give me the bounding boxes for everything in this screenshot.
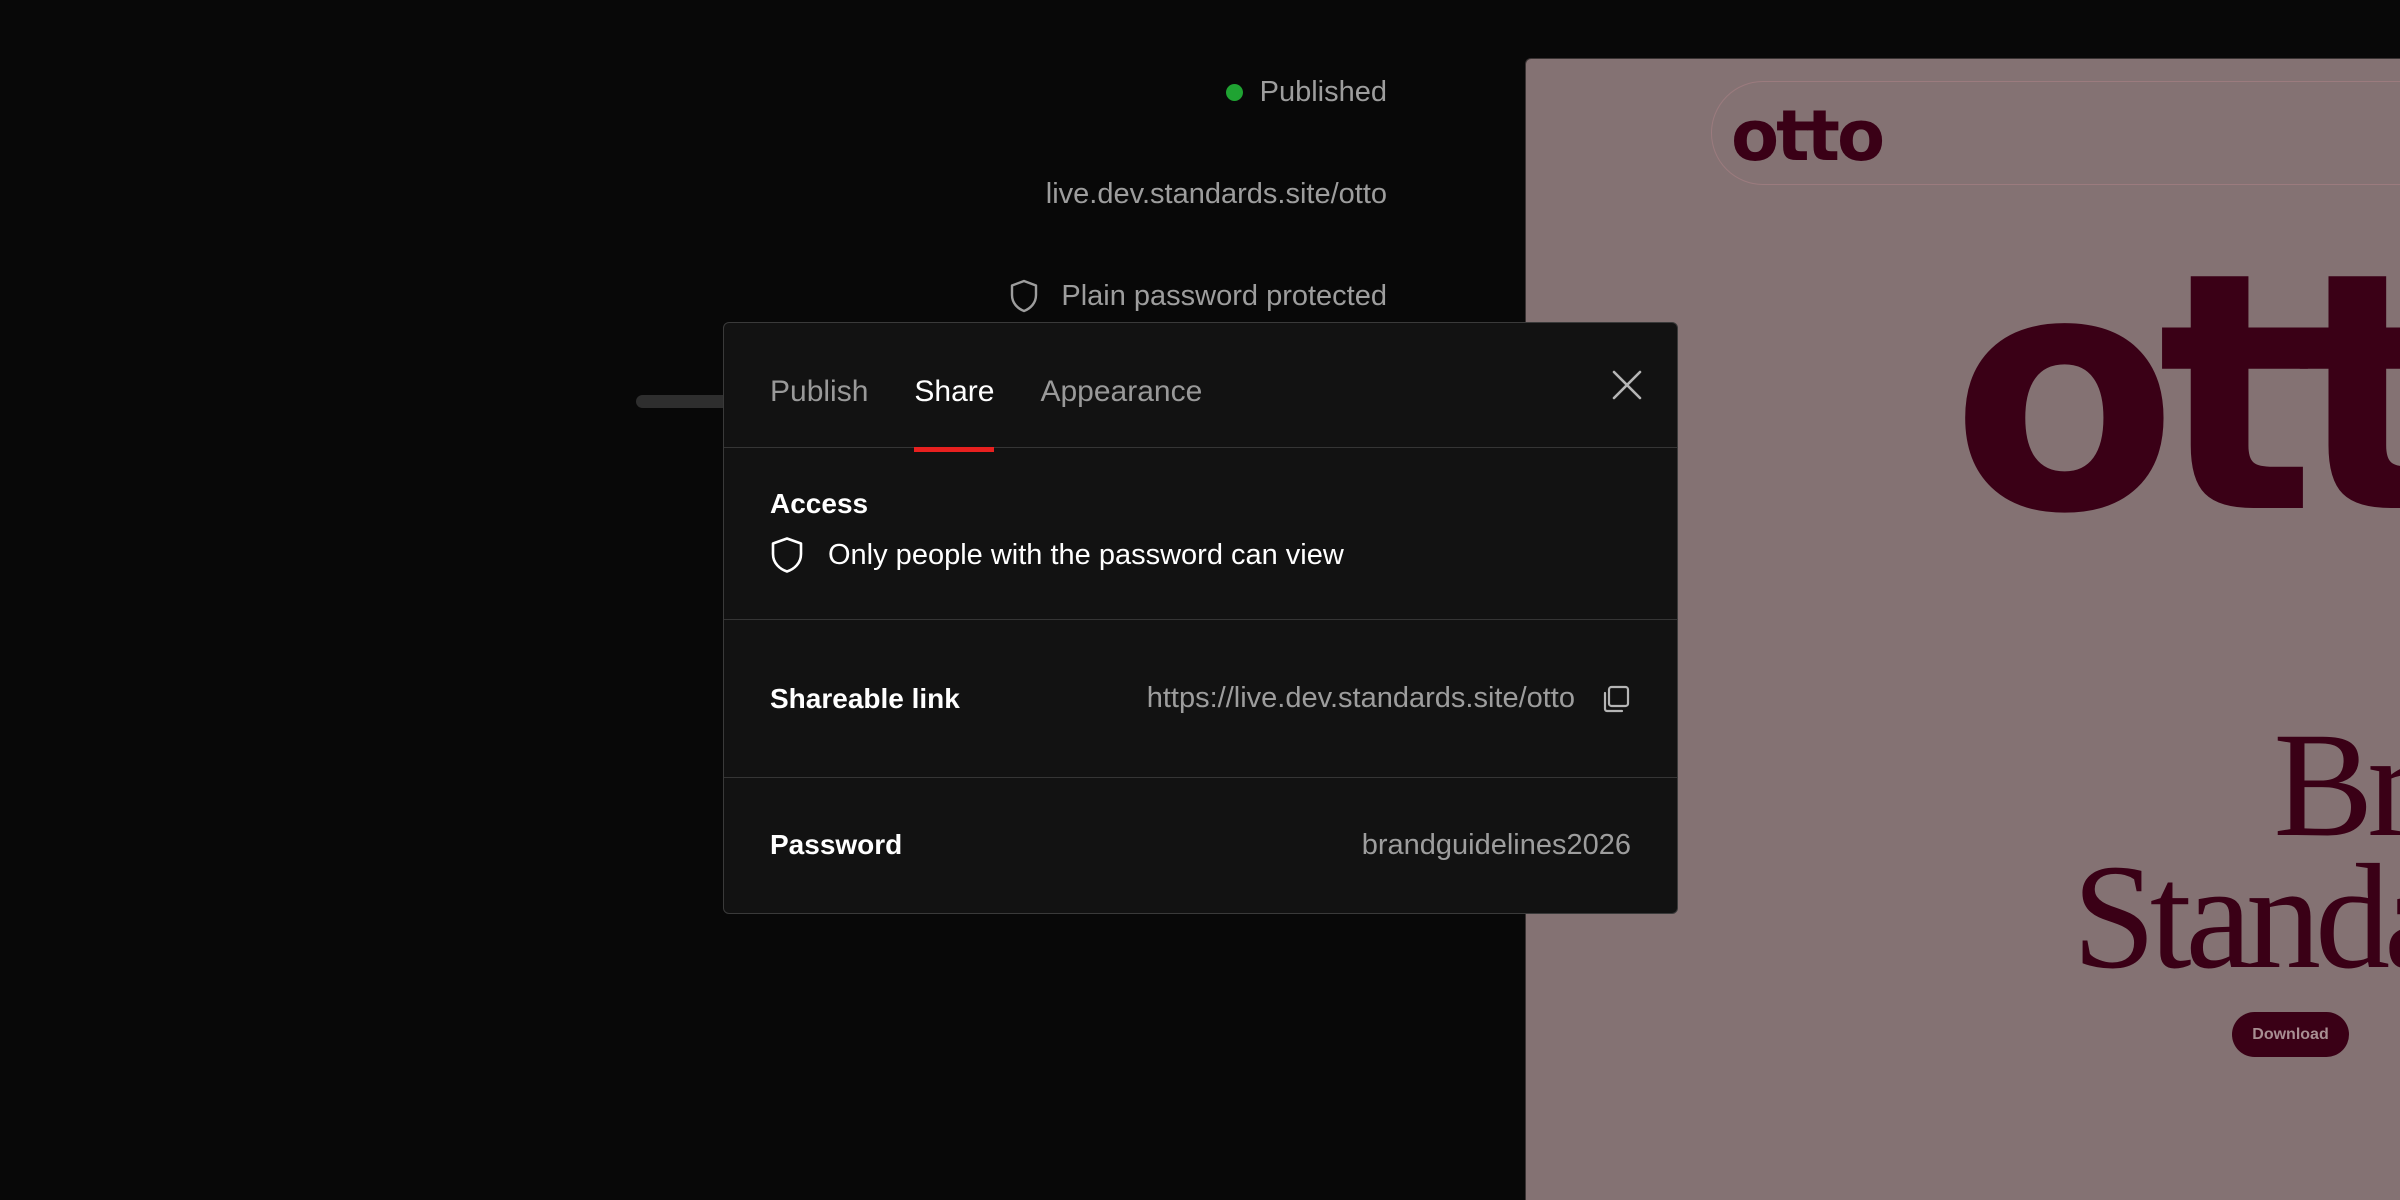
shield-icon <box>1011 279 1038 313</box>
tab-publish[interactable]: Publish <box>770 375 868 409</box>
protection-label: Plain password protected <box>1061 279 1387 312</box>
preview-hero-line-2: Standards <box>2072 834 2400 1000</box>
password-label: Password <box>770 829 903 860</box>
close-button[interactable] <box>1607 365 1647 405</box>
shield-icon <box>771 537 803 573</box>
tab-share[interactable]: Share <box>914 375 995 452</box>
tab-appearance[interactable]: Appearance <box>1040 375 1202 409</box>
password-value-group: brandguidelines2026 <box>1362 829 1631 862</box>
close-icon[interactable] <box>1611 369 1643 401</box>
dialog-tabs: Publish Share Appearance <box>724 323 1677 452</box>
site-url-text[interactable]: live.dev.standards.site/otto <box>1046 178 1387 211</box>
access-section: Access Only people with the password can… <box>724 448 1677 620</box>
site-url-link[interactable]: live.dev.standards.site/otto <box>1046 178 1387 211</box>
published-status: Published <box>1225 76 1387 109</box>
access-description-row: Only people with the password can view <box>770 536 1631 574</box>
access-title: Access <box>770 488 869 519</box>
preview-hero-logo: otto <box>1951 202 2400 586</box>
share-dialog: Publish Share Appearance Access Only peo… <box>723 322 1678 914</box>
published-label: Published <box>1259 76 1387 108</box>
shareable-link-row: Shareable link https://live.dev.standard… <box>724 620 1677 778</box>
access-description: Only people with the password can view <box>828 538 1344 571</box>
copy-link-button[interactable] <box>1601 684 1631 714</box>
password-value[interactable]: brandguidelines2026 <box>1362 829 1631 862</box>
password-row: Password brandguidelines2026 <box>724 778 1677 912</box>
preview-logo: otto <box>1731 95 1885 177</box>
preview-hero-title: Brand Standards <box>2010 702 2400 1000</box>
shareable-link-value-group: https://live.dev.standards.site/otto <box>1147 682 1631 715</box>
protection-status: Plain password protected <box>1009 279 1387 313</box>
preview-download-button[interactable]: Download <box>2232 1012 2349 1057</box>
published-status-dot <box>1225 84 1243 101</box>
shareable-link-value[interactable]: https://live.dev.standards.site/otto <box>1147 682 1575 715</box>
copy-icon[interactable] <box>1601 684 1631 714</box>
preview-hero-line-1: Brand <box>2273 702 2400 868</box>
background-control <box>636 395 736 408</box>
shareable-link-label: Shareable link <box>770 682 960 714</box>
